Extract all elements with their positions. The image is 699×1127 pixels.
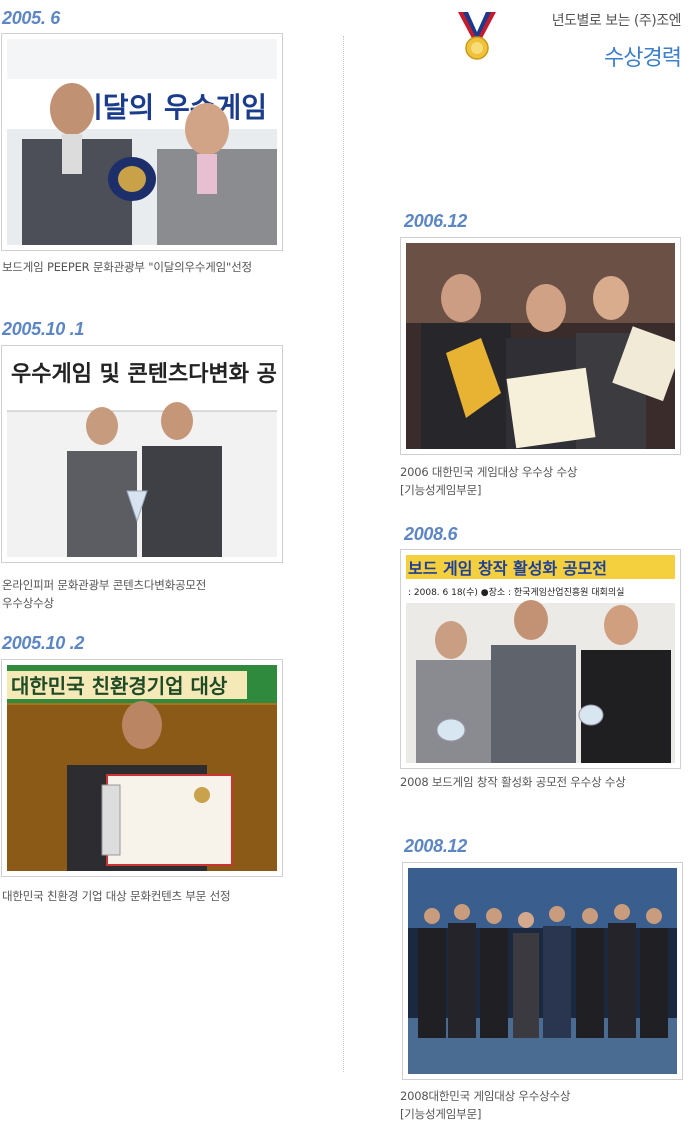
caption-line: 2008대한민국 게임대상 우수상수상 [400,1089,571,1103]
award-caption: 2008대한민국 게임대상 우수상수상 [기능성게임부문] [400,1087,571,1123]
photo-banner-text: 대한민국 친환경기업 대상 [11,674,228,698]
photo-banner-text: 우수게임 및 콘텐츠다변화 공 [11,362,277,387]
award-year: 2005.10 .2 [2,633,85,653]
award-year: 2008.12 [404,836,467,856]
award-photo: 보드 게임 창작 활성화 공모전 : 2008. 6 18(수) ●장소 : 한… [400,549,681,769]
award-photo [400,237,681,455]
page-title: 수상경력 [604,46,682,71]
caption-line: 온라인피퍼 문화관광부 콘텐츠다변화공모전 [2,578,207,592]
photo-banner-text: 이달의 우수게임 [77,91,267,124]
award-year: 2006.12 [404,211,467,231]
award-caption: 2008 보드게임 창작 활성화 공모전 우수상 수상 [400,773,626,791]
award-photo: 대한민국 친환경기업 대상 [1,659,283,877]
medal-icon [458,12,496,60]
award-photo: 우수게임 및 콘텐츠다변화 공 [1,345,283,563]
award-caption: 보드게임 PEEPER 문화관광부 "이달의우수게임"선정 [2,258,252,276]
award-year: 2008.6 [404,524,458,544]
caption-line: [기능성게임부문] [400,483,482,497]
award-year: 2005.10 .1 [2,319,85,339]
award-photo: 이달의 우수게임 [1,33,283,251]
award-caption: 2006 대한민국 게임대상 우수상 수상 [기능성게임부문] [400,463,577,499]
award-caption: 온라인피퍼 문화관광부 콘텐츠다변화공모전 우수상수상 [2,576,206,612]
award-caption: 대한민국 친환경 기업 대상 문화컨텐츠 부문 선정 [2,887,231,905]
column-divider [343,36,344,1072]
caption-line: 2006 대한민국 게임대상 우수상 수상 [400,465,578,479]
caption-line: 2008 보드게임 창작 활성화 공모전 우수상 수상 [400,775,626,789]
award-photo [402,862,683,1080]
caption-line: 대한민국 친환경 기업 대상 문화컨텐츠 부문 선정 [2,889,231,903]
caption-line: 우수상수상 [2,596,54,610]
award-year: 2005. 6 [2,8,60,28]
photo-banner-subtext: : 2008. 6 18(수) ●장소 : 한국게임산업진흥원 대회의실 [408,586,624,598]
header-subtitle: 년도별로 보는 (주)조엔 [551,13,682,29]
caption-line: 보드게임 PEEPER 문화관광부 "이달의우수게임"선정 [2,260,252,274]
caption-line: [기능성게임부문] [400,1107,482,1121]
photo-banner-text: 보드 게임 창작 활성화 공모전 [408,559,607,578]
